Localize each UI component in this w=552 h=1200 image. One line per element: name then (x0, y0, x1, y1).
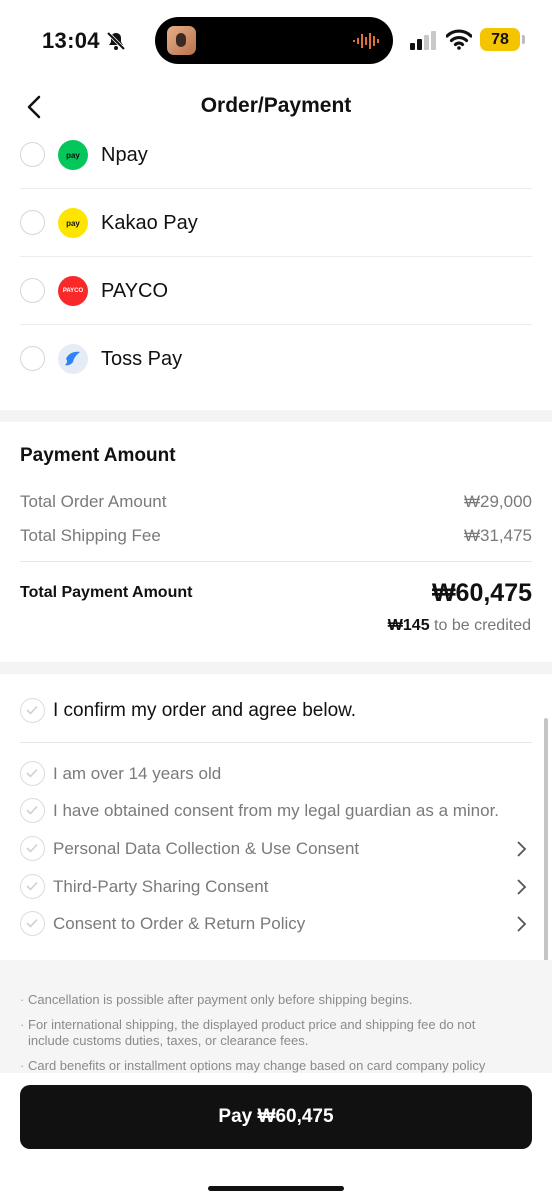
now-playing-avatar (167, 26, 196, 55)
agree-age-label[interactable]: I am over 14 years old (53, 764, 221, 784)
credit-suffix: to be credited (434, 617, 531, 634)
order-amount-row: Total Order Amount ₩29,000 (20, 492, 532, 512)
agree-personal-data-checkbox[interactable] (20, 836, 45, 861)
home-indicator (208, 1186, 344, 1191)
checkmark-icon (26, 843, 38, 853)
chevron-right-icon[interactable] (514, 915, 528, 933)
agree-third-party-label[interactable]: Third-Party Sharing Consent (53, 877, 268, 897)
shipping-fee-value: ₩31,475 (463, 526, 532, 545)
battery-tip (522, 35, 525, 44)
wifi-icon (446, 29, 472, 50)
section-divider (0, 662, 552, 674)
toss-wing-icon (65, 351, 80, 366)
notice-item: Card benefits or installment options may… (28, 1058, 486, 1073)
payment-option-label: PAYCO (101, 280, 169, 302)
tosspay-logo-icon (58, 344, 88, 374)
payco-logo-text: PAYCO (62, 288, 84, 294)
payco-logo-icon: PAYCO (58, 276, 88, 306)
divider (20, 742, 532, 743)
checkmark-icon (26, 705, 38, 715)
chevron-right-icon[interactable] (514, 840, 528, 858)
total-payment-label: Total Payment Amount (20, 584, 193, 601)
status-time: 13:04 (42, 28, 100, 53)
radio-button[interactable] (20, 210, 45, 235)
checkmark-icon (26, 805, 38, 815)
payment-option-label: Kakao Pay (101, 212, 198, 234)
agree-age-checkbox[interactable] (20, 761, 45, 786)
divider (20, 561, 532, 562)
radio-button[interactable] (20, 346, 45, 371)
status-bar: 13:04 78 (0, 0, 552, 82)
cellular-signal-icon (410, 31, 436, 50)
order-amount-label: Total Order Amount (20, 492, 167, 511)
kakaopay-logo-icon: pay (58, 208, 88, 238)
battery-indicator: 78 (480, 28, 520, 51)
total-payment-value: ₩60,475 (431, 579, 532, 607)
section-divider (0, 410, 552, 422)
agree-return-policy-label[interactable]: Consent to Order & Return Policy (53, 914, 305, 934)
notice-item: Cancellation is possible after payment o… (28, 992, 413, 1007)
radio-button[interactable] (20, 278, 45, 303)
bullet: · (20, 1017, 25, 1032)
agree-all-checkbox[interactable] (20, 698, 45, 723)
agree-guardian-label[interactable]: I have obtained consent from my legal gu… (53, 801, 499, 821)
npay-logo-text: pay (66, 150, 80, 160)
pay-button[interactable]: Pay ₩60,475 (20, 1085, 532, 1149)
credit-note: ₩145 to be credited (388, 617, 531, 635)
agree-return-policy-checkbox[interactable] (20, 911, 45, 936)
chevron-right-icon[interactable] (514, 878, 528, 896)
notice-item: For international shipping, the displaye… (28, 1017, 476, 1048)
npay-logo-icon: pay (58, 140, 88, 170)
payment-option-label: Npay (101, 144, 148, 166)
credit-value: ₩145 (387, 617, 430, 634)
payment-option-label: Toss Pay (101, 348, 183, 370)
payment-method-list: pay Npay pay Kakao Pay PAYCO PAYCO Toss … (20, 121, 532, 393)
agree-guardian-checkbox[interactable] (20, 798, 45, 823)
bullet: · (20, 992, 25, 1007)
agree-all-label[interactable]: I confirm my order and agree below. (53, 700, 356, 722)
agree-third-party-checkbox[interactable] (20, 874, 45, 899)
checkmark-icon (26, 918, 38, 928)
page-title: Order/Payment (200, 94, 352, 117)
audio-wave-icon (353, 33, 379, 49)
payment-option-tosspay[interactable]: Toss Pay (20, 325, 532, 393)
kakaopay-logo-text: pay (66, 218, 80, 228)
payment-option-payco[interactable]: PAYCO PAYCO (20, 257, 532, 325)
payment-option-npay[interactable]: pay Npay (20, 121, 532, 189)
payment-option-kakaopay[interactable]: pay Kakao Pay (20, 189, 532, 257)
agree-personal-data-label[interactable]: Personal Data Collection & Use Consent (53, 839, 359, 859)
payment-amount-title: Payment Amount (20, 445, 176, 466)
order-amount-value: ₩29,000 (463, 492, 532, 511)
shipping-fee-row: Total Shipping Fee ₩31,475 (20, 526, 532, 546)
bell-muted-icon (106, 31, 126, 51)
checkmark-icon (26, 881, 38, 891)
checkmark-icon (26, 768, 38, 778)
shipping-fee-label: Total Shipping Fee (20, 526, 161, 545)
bullet: · (20, 1058, 25, 1073)
radio-button[interactable] (20, 142, 45, 167)
dynamic-island (155, 17, 393, 64)
bottom-pay-bar: Pay ₩60,475 (0, 1073, 552, 1200)
